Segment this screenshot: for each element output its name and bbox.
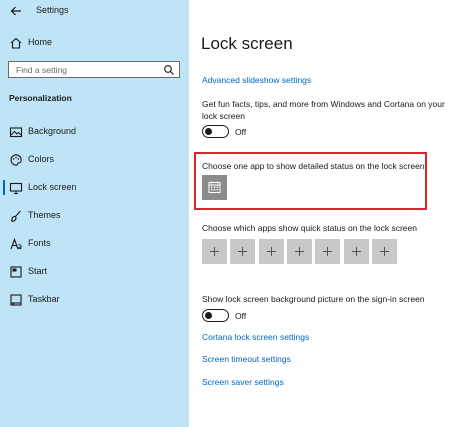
screen-timeout-link[interactable]: Screen timeout settings	[202, 354, 291, 364]
search-icon[interactable]	[163, 64, 175, 76]
fun-facts-toggle-state: Off	[235, 127, 247, 137]
app-title: Settings	[36, 5, 69, 15]
quick-status-label: Choose which apps show quick status on t…	[202, 223, 417, 233]
fun-facts-label: Get fun facts, tips, and more from Windo…	[202, 99, 445, 121]
sidebar-item-label: Home	[28, 37, 53, 47]
quick-status-slot-button[interactable]	[258, 239, 284, 264]
plus-icon	[379, 247, 389, 256]
signin-bg-toggle-state: Off	[235, 311, 247, 321]
page-title: Lock screen	[201, 34, 293, 53]
taskbar-icon	[10, 294, 22, 306]
sidebar-item-fonts[interactable]: Fonts	[0, 233, 189, 255]
back-arrow-icon[interactable]	[9, 4, 23, 18]
sidebar-item-label: Fonts	[28, 238, 51, 248]
plus-icon	[294, 247, 304, 256]
selection-indicator	[3, 180, 5, 195]
sidebar-item-themes[interactable]: Themes	[0, 205, 189, 227]
signin-bg-label: Show lock screen background picture on t…	[202, 294, 425, 304]
sidebar-item-taskbar[interactable]: Taskbar	[0, 289, 189, 311]
fun-facts-toggle[interactable]	[202, 125, 229, 138]
sidebar-item-colors[interactable]: Colors	[0, 149, 189, 171]
sidebar: Settings Home Find a setting Personaliza…	[0, 0, 189, 427]
search-input[interactable]: Find a setting	[8, 61, 180, 78]
sidebar-item-label: Start	[28, 266, 48, 276]
detailed-status-label: Choose one app to show detailed status o…	[202, 161, 425, 171]
plus-icon	[210, 247, 219, 256]
toggle-knob	[205, 128, 212, 135]
sidebar-item-label: Colors	[28, 154, 55, 164]
plus-icon	[351, 247, 361, 256]
advanced-slideshow-link[interactable]: Advanced slideshow settings	[202, 75, 311, 85]
sidebar-item-label: Background	[28, 126, 77, 136]
quick-status-slot-button[interactable]	[202, 239, 227, 264]
plus-icon	[266, 247, 276, 256]
font-icon	[10, 237, 22, 250]
cortana-lock-screen-link[interactable]: Cortana lock screen settings	[202, 332, 309, 342]
section-heading: Personalization	[9, 93, 72, 103]
calendar-icon	[208, 181, 221, 193]
plus-icon	[238, 247, 248, 256]
plus-icon	[323, 247, 333, 256]
picture-icon	[9, 127, 23, 138]
search-placeholder: Find a setting	[16, 65, 68, 75]
sidebar-item-background[interactable]: Background	[0, 121, 189, 143]
quick-status-slot-button[interactable]	[371, 239, 397, 264]
sidebar-item-label: Lock screen	[28, 182, 77, 192]
title-bar: Settings	[0, 0, 189, 22]
sidebar-item-start[interactable]: Start	[0, 261, 189, 283]
palette-icon	[10, 154, 22, 166]
quick-status-slot-button[interactable]	[343, 239, 369, 264]
signin-bg-toggle[interactable]	[202, 309, 229, 322]
sidebar-item-home[interactable]: Home	[0, 32, 189, 54]
sidebar-item-label: Themes	[28, 210, 61, 220]
detailed-status-app-button[interactable]	[202, 175, 227, 200]
quick-status-slot-button[interactable]	[315, 239, 341, 264]
brush-icon	[10, 210, 21, 222]
home-icon	[10, 37, 22, 49]
quick-status-slot-button[interactable]	[230, 239, 256, 264]
sidebar-item-lock-screen[interactable]: Lock screen	[0, 177, 189, 199]
sidebar-item-label: Taskbar	[28, 294, 60, 304]
quick-status-slot-button[interactable]	[286, 239, 312, 264]
toggle-knob	[205, 312, 212, 319]
screen-saver-link[interactable]: Screen saver settings	[202, 377, 284, 387]
start-icon	[10, 266, 22, 278]
monitor-icon	[9, 182, 23, 195]
